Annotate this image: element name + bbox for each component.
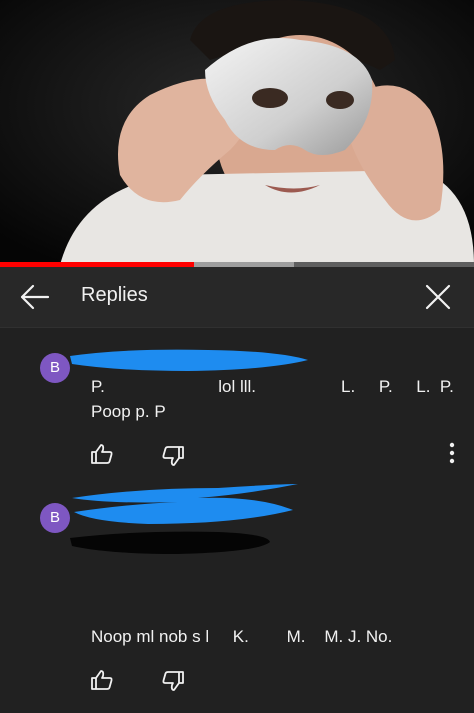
close-button[interactable] [422, 282, 454, 312]
like-button[interactable] [89, 442, 115, 466]
comment-text-line: Poop p. P [91, 402, 166, 421]
like-button[interactable] [89, 668, 115, 692]
replies-list: B P. lol lll. L. P. L. P. Poop p. P B No… [0, 328, 474, 713]
redacted-handle [70, 531, 270, 554]
redacted-username [70, 349, 308, 371]
more-options-button[interactable] [442, 440, 462, 466]
avatar[interactable]: B [40, 353, 70, 383]
video-frame [0, 0, 474, 265]
more-vert-icon [449, 442, 455, 464]
video-player[interactable] [0, 0, 474, 265]
page-title: Replies [81, 284, 148, 306]
thumbs-down-icon [162, 671, 184, 691]
thumbs-up-icon [91, 444, 113, 464]
back-button[interactable] [18, 282, 54, 312]
back-arrow-icon [20, 284, 50, 310]
dislike-button[interactable] [160, 444, 186, 468]
replies-header: Replies [0, 267, 474, 328]
dislike-button[interactable] [160, 669, 186, 693]
comment-text-line: P. lol lll. L. P. L. P. [91, 377, 454, 396]
thumbs-up-icon [91, 670, 113, 690]
avatar[interactable]: B [40, 503, 70, 533]
redacted-username [72, 484, 298, 524]
close-icon [425, 284, 451, 310]
thumbs-down-icon [162, 446, 184, 466]
comment-text-line: Noop ml nob s l K. M. M. J. No. [91, 627, 393, 646]
